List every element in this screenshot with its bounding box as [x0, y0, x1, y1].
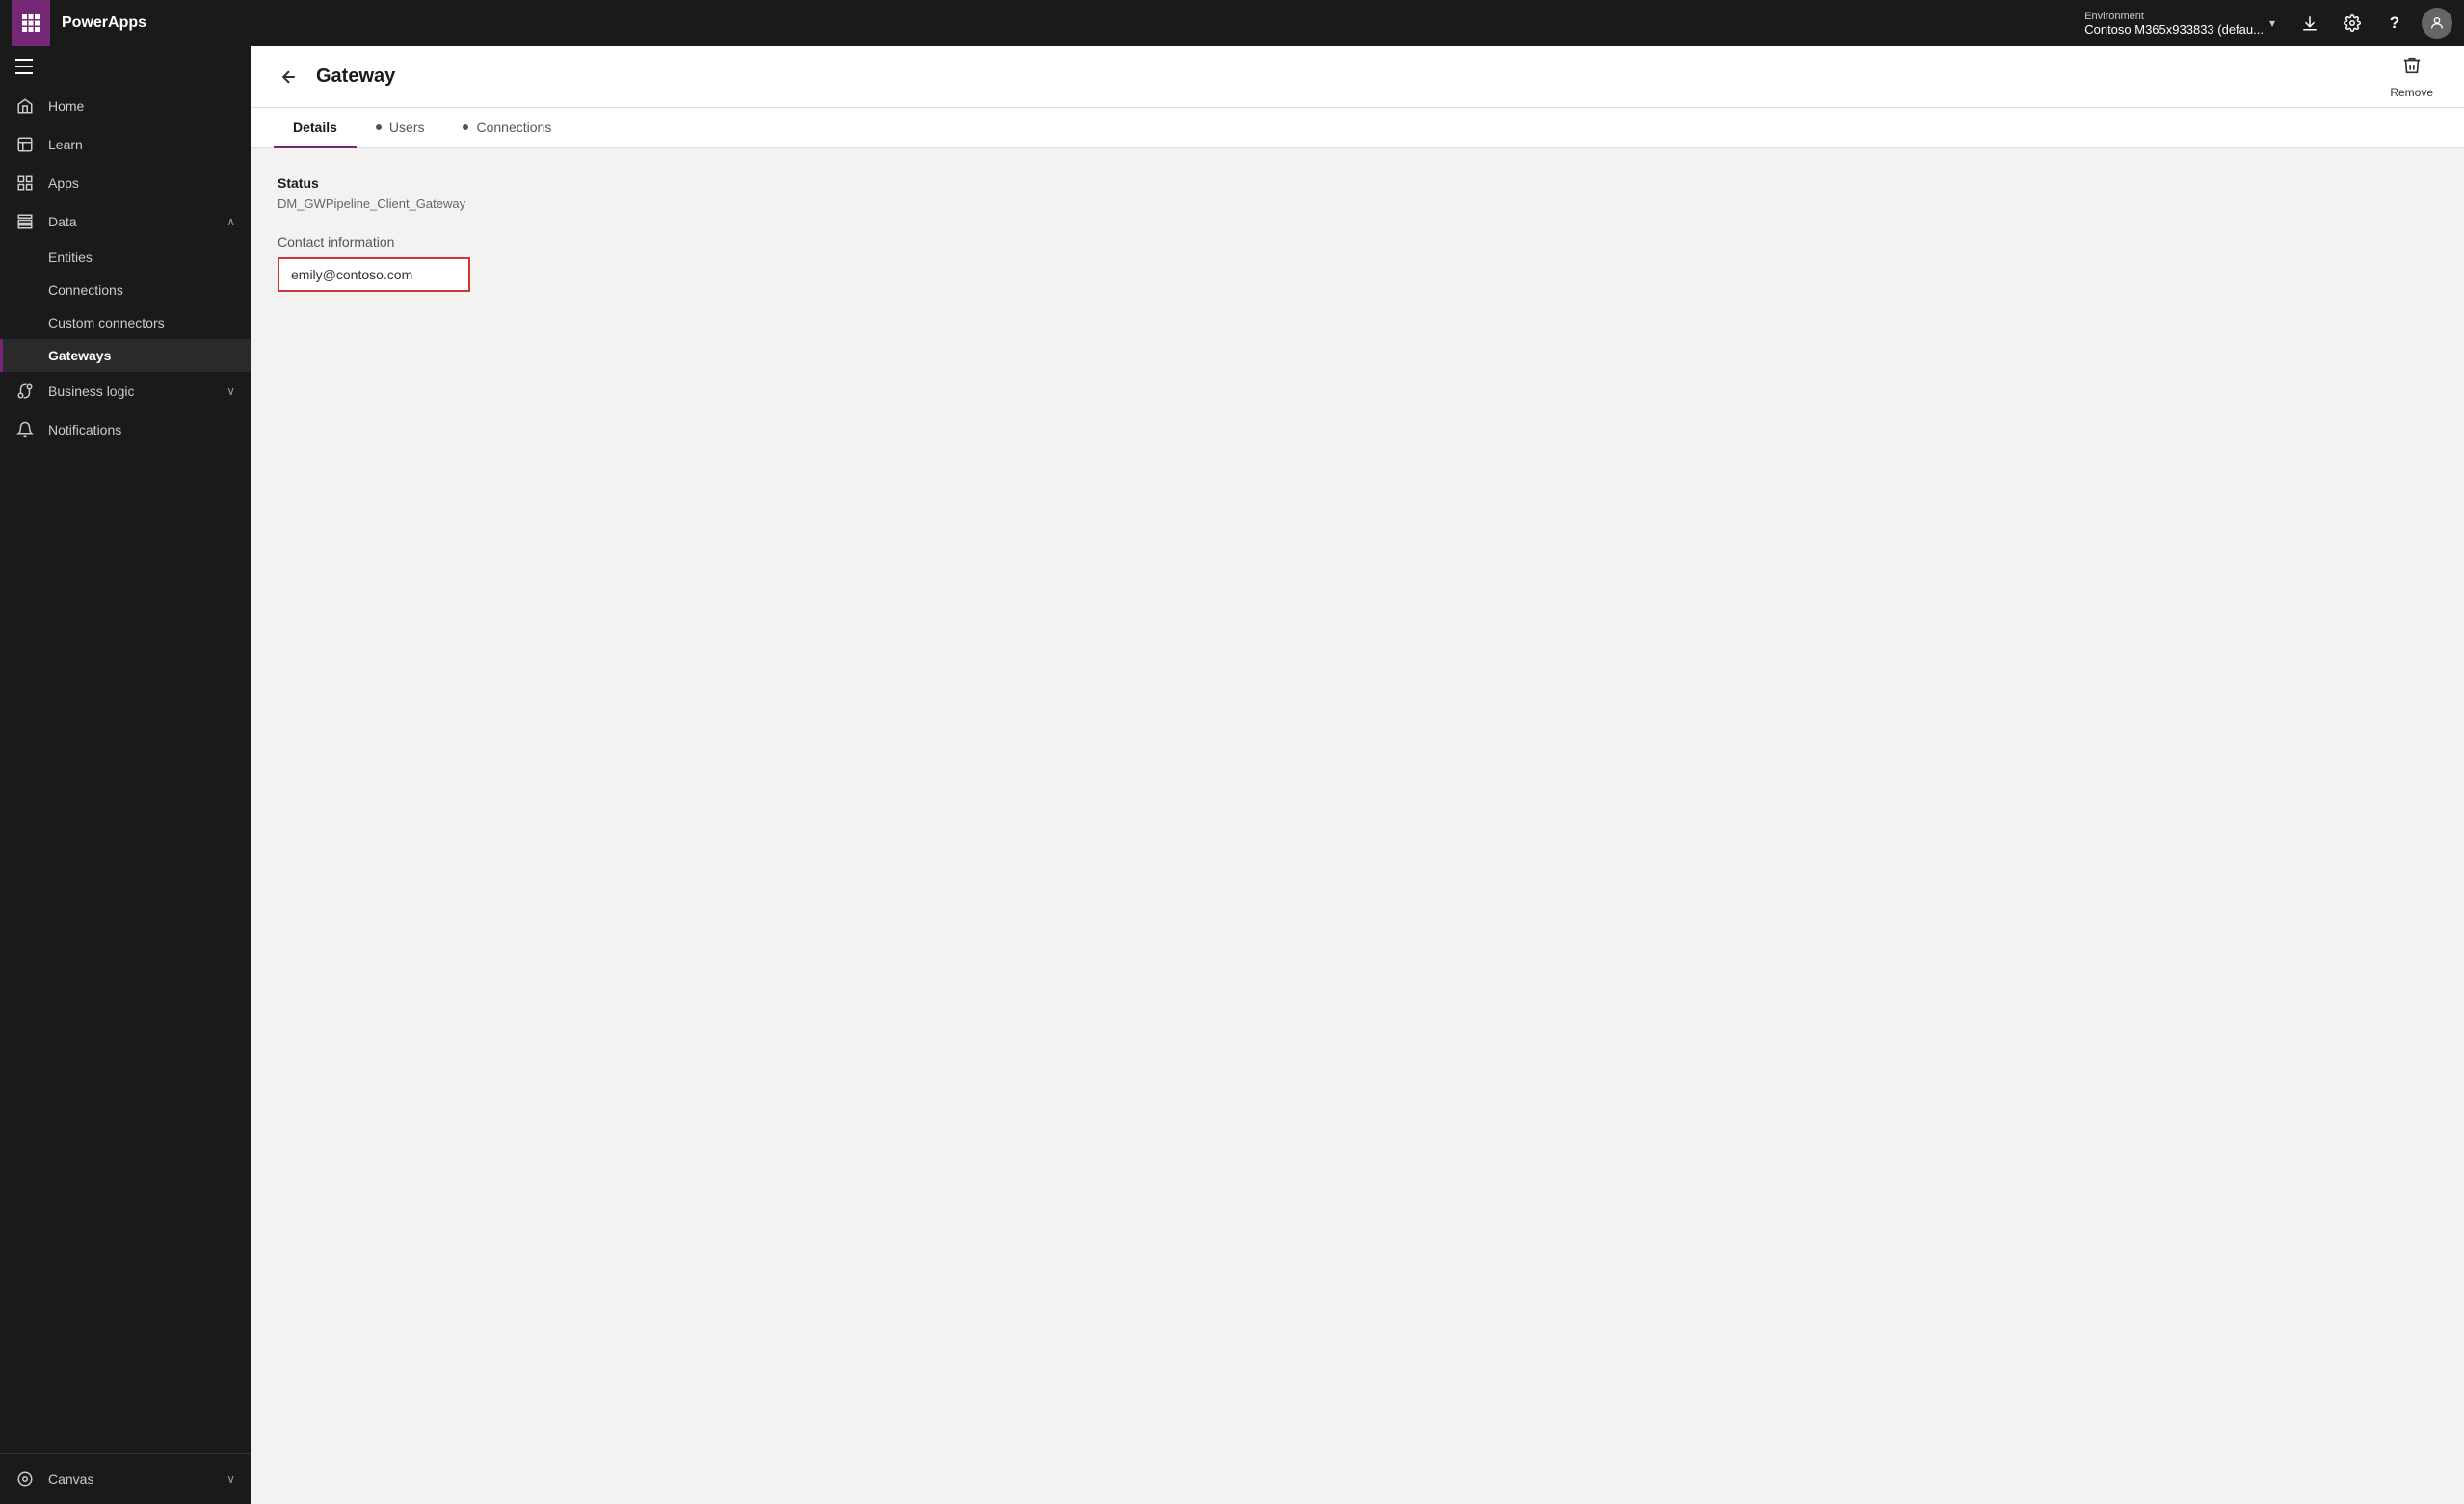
sidebar-item-apps[interactable]: Apps — [0, 164, 251, 202]
status-value: DM_GWPipeline_Client_Gateway — [278, 197, 2437, 211]
sidebar-item-entities[interactable]: Entities — [0, 241, 251, 274]
sidebar-item-connections[interactable]: Connections — [0, 274, 251, 306]
tab-dot-connections — [463, 124, 468, 130]
settings-icon[interactable] — [2333, 4, 2371, 42]
sidebar-item-custom-connectors[interactable]: Custom connectors — [0, 306, 251, 339]
page-header: Gateway Remove — [251, 46, 2464, 108]
sidebar-item-entities-label: Entities — [48, 250, 93, 265]
contact-email-input[interactable] — [278, 257, 470, 292]
contact-label: Contact information — [278, 234, 2437, 250]
tab-users-label: Users — [389, 119, 425, 135]
sidebar-item-notifications[interactable]: Notifications — [0, 410, 251, 449]
app-name: PowerApps — [58, 14, 146, 32]
sidebar-item-data-label: Data — [48, 214, 213, 229]
sidebar-item-business-logic-label: Business logic — [48, 383, 213, 399]
sidebar-item-connections-label: Connections — [48, 282, 123, 298]
help-icon[interactable]: ? — [2375, 4, 2414, 42]
tab-users[interactable]: Users — [357, 108, 444, 148]
remove-label: Remove — [2390, 86, 2433, 99]
sidebar-item-data[interactable]: Data ∧ — [0, 202, 251, 241]
sidebar-item-home-label: Home — [48, 98, 235, 114]
content-area: Gateway Remove Details Users — [251, 46, 2464, 1504]
sidebar-item-home[interactable]: Home — [0, 87, 251, 125]
environment-selector[interactable]: Environment Contoso M365x933833 (defau..… — [2084, 11, 2275, 37]
tab-connections-label: Connections — [476, 119, 551, 135]
sidebar-item-learn[interactable]: Learn — [0, 125, 251, 164]
sidebar-item-learn-label: Learn — [48, 137, 235, 152]
sidebar-item-notifications-label: Notifications — [48, 422, 235, 437]
canvas-chevron-icon: ∨ — [226, 1472, 235, 1486]
home-icon — [15, 96, 35, 116]
sidebar-item-gateways-label: Gateways — [48, 348, 111, 363]
tab-dot-users — [376, 124, 382, 130]
tab-details-label: Details — [293, 119, 337, 135]
remove-button[interactable]: Remove — [2382, 51, 2441, 103]
sidebar-item-custom-connectors-label: Custom connectors — [48, 315, 165, 330]
learn-icon — [15, 135, 35, 154]
environment-label: Environment — [2084, 11, 2264, 22]
status-label: Status — [278, 175, 2437, 191]
tab-connections[interactable]: Connections — [443, 108, 570, 148]
download-icon[interactable] — [2291, 4, 2329, 42]
sidebar-canvas-label: Canvas — [48, 1471, 213, 1487]
main-layout: Home Learn Apps — [0, 46, 2464, 1504]
tab-details[interactable]: Details — [274, 108, 357, 148]
page-header-left: Gateway — [274, 62, 395, 92]
trash-icon — [2401, 55, 2423, 82]
notifications-icon — [15, 420, 35, 439]
data-icon — [15, 212, 35, 231]
sidebar-item-canvas[interactable]: Canvas ∨ — [0, 1460, 251, 1498]
topbar: PowerApps Environment Contoso M365x93383… — [0, 0, 2464, 46]
environment-chevron-icon: ▾ — [2269, 16, 2275, 30]
apps-icon — [15, 173, 35, 193]
tabs-bar: Details Users Connections — [251, 108, 2464, 148]
hamburger-button[interactable] — [0, 46, 251, 87]
sidebar: Home Learn Apps — [0, 46, 251, 1504]
environment-value: Contoso M365x933833 (defau... — [2084, 22, 2264, 37]
business-logic-icon — [15, 382, 35, 401]
contact-section: Contact information — [278, 234, 2437, 292]
sidebar-item-apps-label: Apps — [48, 175, 235, 191]
page-body: Status DM_GWPipeline_Client_Gateway Cont… — [251, 148, 2464, 1504]
topbar-icons: ? — [2291, 4, 2452, 42]
business-logic-expand-icon: ∨ — [226, 384, 235, 398]
sidebar-bottom: Canvas ∨ — [0, 1453, 251, 1504]
back-button[interactable] — [274, 62, 305, 92]
user-avatar[interactable] — [2422, 8, 2452, 39]
data-expand-icon: ∧ — [226, 215, 235, 228]
sidebar-item-gateways[interactable]: Gateways — [0, 339, 251, 372]
page-title: Gateway — [316, 66, 395, 88]
canvas-icon — [15, 1469, 35, 1489]
waffle-button[interactable] — [12, 0, 50, 46]
sidebar-item-business-logic[interactable]: Business logic ∨ — [0, 372, 251, 410]
